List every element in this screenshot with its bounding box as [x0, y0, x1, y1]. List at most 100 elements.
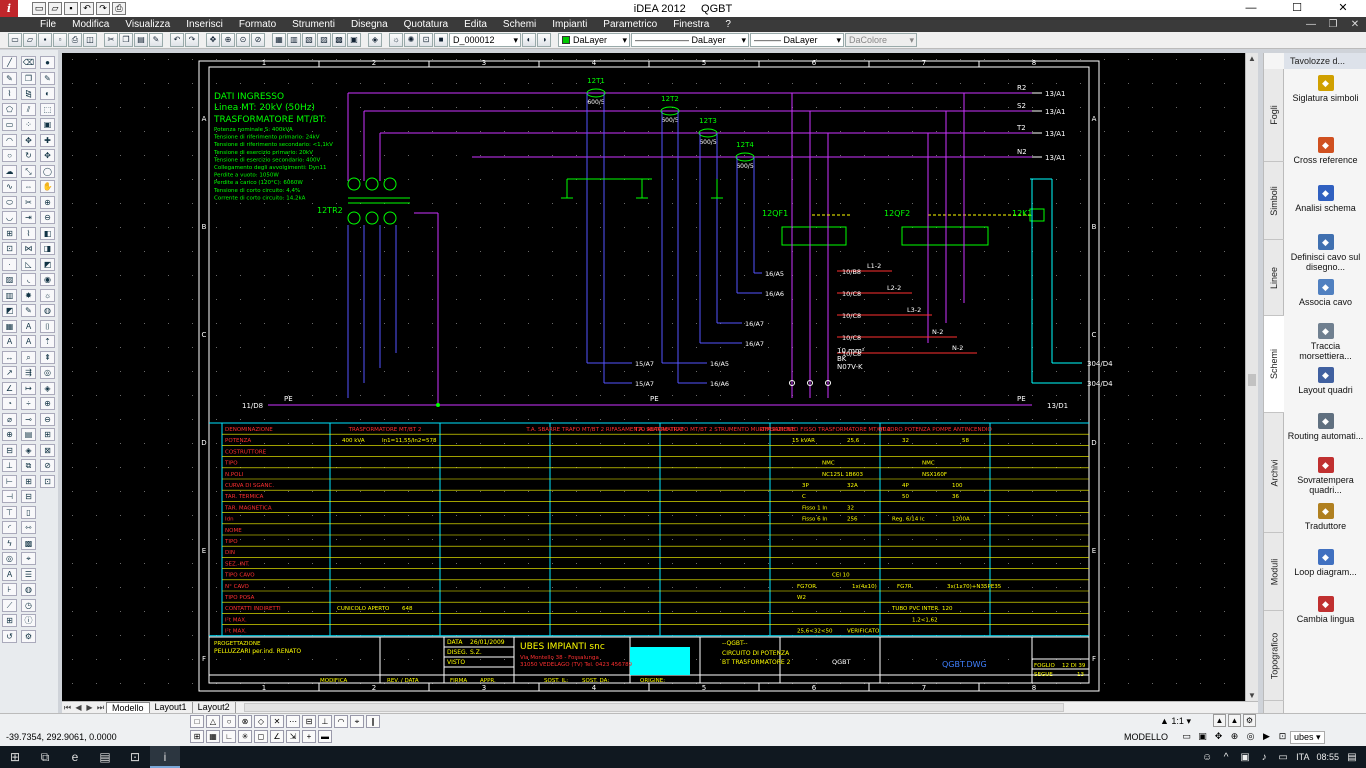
minimize-doc-icon[interactable]: —: [1300, 17, 1322, 32]
continue-icon[interactable]: ⊣: [2, 490, 17, 503]
undo-icon[interactable]: ↶: [170, 33, 184, 47]
zoom4-icon[interactable]: ⊖: [40, 211, 55, 224]
paste-icon[interactable]: ▤: [134, 33, 148, 47]
drawing-canvas[interactable]: 1 2 3 4 5 6 7 8 1 2 3 4 5 6 7 8 A B C D E F A B C D E F DATI ING…: [62, 53, 1258, 701]
showmotion-icon[interactable]: ▶: [1260, 730, 1273, 743]
palette-tab-archivi[interactable]: Archivi: [1264, 413, 1284, 533]
draworder-icon[interactable]: ⧉: [21, 459, 36, 472]
pedit-icon[interactable]: ✎: [21, 304, 36, 317]
zoomin3-icon[interactable]: ⊕: [40, 397, 55, 410]
palette-tool-cable-associate[interactable]: ◆ Associa cavo: [1284, 279, 1366, 307]
zoom-realtime-icon[interactable]: ⊕: [221, 33, 235, 47]
palette-tab-linee[interactable]: Linee: [1264, 240, 1284, 316]
rectangle-icon[interactable]: ▭: [2, 118, 17, 131]
maximize-icon[interactable]: ☐: [1274, 0, 1320, 17]
erase-icon[interactable]: ⌫: [21, 56, 36, 69]
electrical-schematic[interactable]: 1 2 3 4 5 6 7 8 1 2 3 4 5 6 7 8 A B C D E F A B C D E F DATI ING…: [62, 53, 1245, 701]
polyline-icon[interactable]: ⌇: [2, 87, 17, 100]
menu-impianti[interactable]: Impianti: [544, 17, 595, 32]
input-language[interactable]: ITA: [1296, 752, 1309, 762]
snap-tangent-icon[interactable]: ◠: [334, 715, 348, 728]
massprop-icon[interactable]: ◍: [21, 583, 36, 596]
insert-block-icon[interactable]: ⊞: [2, 226, 17, 240]
snap-intersection-icon[interactable]: ✕: [270, 715, 284, 728]
time-icon[interactable]: ◷: [21, 598, 36, 612]
last-tab-icon[interactable]: ⏭: [95, 703, 106, 713]
pan3-icon[interactable]: ✋: [40, 180, 55, 193]
view3-icon[interactable]: ◈: [40, 381, 55, 395]
tool-palettes-icon[interactable]: ▧: [302, 33, 316, 47]
aligned-dim-icon[interactable]: ⟋: [2, 598, 17, 612]
open-file-icon[interactable]: ▱: [48, 2, 62, 15]
radius-icon[interactable]: ◔: [2, 397, 17, 410]
setvar-icon[interactable]: ⚙: [21, 629, 36, 643]
viewport-icon[interactable]: ▣: [1196, 730, 1209, 743]
ellipse-icon[interactable]: ⬭: [2, 195, 17, 209]
cube4-icon[interactable]: ◩: [40, 257, 55, 271]
save-as-icon[interactable]: ▫: [53, 33, 67, 47]
line-icon[interactable]: ╱: [2, 56, 17, 69]
osnap-green-icon[interactable]: ●: [40, 56, 55, 69]
lock-status-icon[interactable]: ⊡: [1276, 730, 1289, 743]
copy-obj-icon[interactable]: ❐: [21, 71, 36, 85]
circle3-icon[interactable]: ◯: [40, 164, 55, 178]
dist-icon[interactable]: ⇿: [21, 521, 36, 534]
zoomext3-icon[interactable]: ⊠: [40, 443, 55, 457]
lengthen-icon[interactable]: ↦: [21, 381, 36, 395]
menu-quotatura[interactable]: Quotatura: [396, 17, 456, 32]
menu-edita[interactable]: Edita: [456, 17, 495, 32]
osnap-paint-icon[interactable]: ✎: [40, 71, 55, 85]
scroll-thumb[interactable]: [1248, 374, 1256, 386]
close-doc-icon[interactable]: ✕: [1344, 17, 1366, 32]
fillet-icon[interactable]: ◟: [21, 273, 36, 286]
snap-quadrant-icon[interactable]: ◇: [254, 715, 268, 728]
match-properties-icon[interactable]: ✎: [149, 33, 163, 47]
palette-tool-tag[interactable]: ◆ Siglatura simboli: [1284, 75, 1366, 103]
redo-icon[interactable]: ↷: [185, 33, 199, 47]
steering-wheel-icon[interactable]: ◎: [1244, 730, 1257, 743]
palette-tool-routing[interactable]: ◆ Routing automati...: [1284, 413, 1366, 441]
copy-icon[interactable]: ❐: [119, 33, 133, 47]
extend-icon[interactable]: ⇥: [21, 211, 36, 224]
layer-combo[interactable]: DaLayer: [558, 33, 630, 47]
menu-file[interactable]: File: [32, 17, 64, 32]
horizontal-scrollbar[interactable]: [243, 703, 1064, 712]
idea-app-icon[interactable]: i: [150, 746, 180, 768]
restore-doc-icon[interactable]: ❐: [1322, 17, 1344, 32]
jogged-icon[interactable]: ϟ: [2, 536, 17, 550]
layer2-icon[interactable]: ◈: [21, 443, 36, 457]
tab-layout2[interactable]: Layout2: [193, 702, 236, 713]
zoom-status-icon[interactable]: ⊕: [1228, 730, 1241, 743]
annotation-visibility-icon[interactable]: ▲: [1213, 714, 1226, 727]
linear-dim-icon[interactable]: ⊦: [2, 583, 17, 596]
dim-style-icon[interactable]: ⊞: [2, 614, 17, 627]
list-icon[interactable]: ☰: [21, 567, 36, 581]
annotation-auto-icon[interactable]: ▲: [1228, 714, 1241, 727]
ordinate-icon[interactable]: ⊥: [2, 459, 17, 472]
window3-icon[interactable]: ⊡: [40, 474, 55, 488]
palette-tab-topografico[interactable]: Topografico: [1264, 611, 1284, 701]
mtext-icon[interactable]: A: [2, 335, 17, 348]
cube-icon[interactable]: ⬚: [40, 102, 55, 116]
new-file-icon[interactable]: ▭: [32, 2, 46, 15]
grid-mode-icon[interactable]: ▦: [206, 730, 220, 743]
model-space-toggle[interactable]: MODELLO: [1124, 732, 1168, 742]
calculator-icon[interactable]: ▣: [347, 33, 361, 47]
palette-tool-terminal-block[interactable]: ◆ Traccia morsettiera...: [1284, 323, 1366, 361]
menu-parametrico[interactable]: Parametrico: [595, 17, 665, 32]
markup-icon[interactable]: ▩: [332, 33, 346, 47]
print-preview-icon[interactable]: ◫: [83, 33, 97, 47]
offset-icon[interactable]: ⫽: [21, 102, 36, 116]
walk-icon[interactable]: ⇡: [40, 335, 55, 348]
palette-tab-fogli[interactable]: Fogli: [1264, 69, 1284, 162]
save-icon[interactable]: ▪: [38, 33, 52, 47]
workspace-combo[interactable]: ubes ▾: [1290, 731, 1325, 744]
join-icon[interactable]: ⋈: [21, 242, 36, 255]
quick-dim-icon[interactable]: ⊤: [2, 505, 17, 519]
menu-disegna[interactable]: Disegna: [343, 17, 396, 32]
table-icon[interactable]: ▦: [2, 319, 17, 333]
ellipse-arc-icon[interactable]: ◡: [2, 211, 17, 224]
otrack-mode-icon[interactable]: ∠: [270, 730, 284, 743]
point-icon[interactable]: ·: [2, 257, 17, 271]
palette-tool-panel-layout[interactable]: ◆ Layout quadri: [1284, 367, 1366, 395]
